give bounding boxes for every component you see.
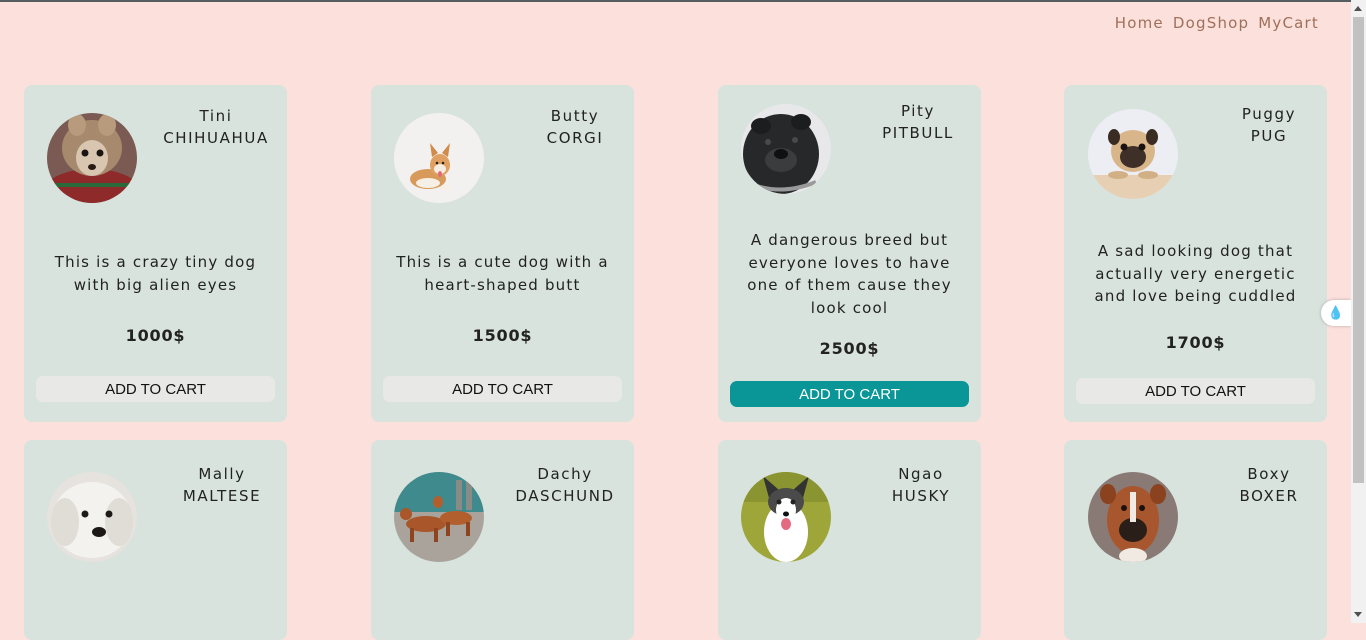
dog-breed: BOXER [1239, 487, 1299, 505]
dog-name-block: Ngao HUSKY [861, 463, 981, 507]
top-border [0, 0, 1366, 2]
dog-name-block: Mally MALTESE [162, 463, 282, 507]
corgi-photo [394, 113, 484, 203]
dog-price: 1700$ [1165, 333, 1226, 352]
dog-breed: PITBULL [882, 124, 954, 142]
dog-name-block: Pity PITBULL [858, 100, 978, 144]
scroll-thumb[interactable] [1353, 17, 1364, 483]
vertical-scrollbar[interactable] [1351, 0, 1366, 623]
nav-mycart-link[interactable]: MyCart [1258, 14, 1319, 32]
add-to-cart-button[interactable]: ADD TO CART [730, 381, 969, 407]
product-card-boxer: Boxy BOXER [1064, 440, 1327, 640]
scroll-down-icon[interactable] [1354, 612, 1362, 617]
product-card-pug: Puggy PUG A sad looking dog that actuall… [1064, 85, 1327, 422]
product-card-husky: Ngao HUSKY [718, 440, 981, 640]
dog-breed: HUSKY [891, 487, 951, 505]
dog-price: 2500$ [819, 339, 880, 358]
dog-description: A dangerous breed but everyone loves to … [747, 231, 952, 317]
dog-description: This is a crazy tiny dog with big alien … [54, 253, 257, 294]
husky-photo [741, 472, 831, 562]
dog-name: Pity [900, 102, 936, 120]
dog-name: Butty [550, 107, 600, 125]
nav-dogshop-link[interactable]: DogShop [1173, 14, 1249, 32]
nav-home-link[interactable]: Home [1115, 14, 1164, 32]
dog-breed: CHIHUAHUA [163, 129, 269, 147]
dog-name-block: Butty CORGI [515, 105, 634, 149]
dog-price: 1500$ [472, 326, 533, 345]
dog-description: A sad looking dog that actually very ene… [1094, 242, 1297, 305]
dog-price: 1000$ [125, 326, 186, 345]
scroll-up-icon[interactable] [1354, 6, 1362, 11]
dog-name-block: Boxy BOXER [1209, 463, 1327, 507]
top-nav: Home DogShop MyCart [1115, 14, 1319, 32]
dog-name: Dachy [537, 465, 593, 483]
dog-name: Mally [198, 465, 246, 483]
product-card-maltese: Mally MALTESE [24, 440, 287, 640]
dog-breed: DASCHUND [515, 487, 615, 505]
dog-breed: PUG [1250, 127, 1288, 145]
product-card-chihuahua: Tini CHIHUAHUA This is a crazy tiny dog … [24, 85, 287, 422]
dachshund-photo [394, 472, 484, 562]
dog-name: Ngao [898, 465, 944, 483]
product-card-dachshund: Dachy DASCHUND [371, 440, 634, 640]
add-to-cart-button[interactable]: ADD TO CART [36, 376, 275, 402]
dog-name: Tini [199, 107, 233, 125]
dog-name-block: Dachy DASCHUND [505, 463, 625, 507]
pug-photo [1088, 109, 1178, 199]
dog-name-block: Tini CHIHUAHUA [156, 105, 276, 149]
product-card-pitbull: Pity PITBULL A dangerous breed but every… [718, 85, 981, 422]
dog-name-block: Puggy PUG [1209, 103, 1327, 147]
drop-widget-icon[interactable]: 💧 [1321, 300, 1351, 326]
dog-breed: MALTESE [182, 487, 262, 505]
dog-name: Boxy [1247, 465, 1291, 483]
chihuahua-photo [47, 113, 137, 203]
dog-breed: CORGI [546, 129, 604, 147]
pitbull-photo [741, 104, 831, 194]
dog-name: Puggy [1241, 105, 1297, 123]
dog-description: This is a cute dog with a heart-shaped b… [396, 253, 609, 294]
add-to-cart-button[interactable]: ADD TO CART [1076, 378, 1315, 404]
product-card-corgi: Butty CORGI This is a cute dog with a he… [371, 85, 634, 422]
boxer-photo [1088, 472, 1178, 562]
maltese-photo [47, 472, 137, 562]
add-to-cart-button[interactable]: ADD TO CART [383, 376, 622, 402]
